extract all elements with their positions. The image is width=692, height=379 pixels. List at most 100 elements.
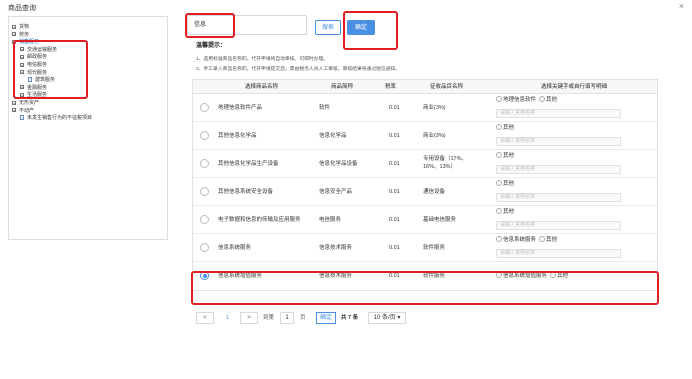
row-select-radio[interactable] xyxy=(200,103,209,112)
tree-node-label: 不动产 xyxy=(19,107,35,114)
row-select-radio[interactable] xyxy=(200,215,209,224)
option-radio[interactable] xyxy=(496,124,502,130)
col-rate-header: 税率 xyxy=(385,84,397,90)
next-page-button[interactable]: > xyxy=(240,312,258,324)
table-header: 选择商品名称 商品简称 税率 征收品目名称 选择关键字或自行填写明细 xyxy=(193,80,657,94)
levy-item: 基础电信服务 xyxy=(423,217,457,223)
page-size-value: 10 条/页 xyxy=(373,315,396,321)
goods-name: 地理信息软件产品 xyxy=(218,105,263,111)
goto-confirm-button[interactable]: 确定 xyxy=(316,312,336,324)
window-title: 商品查询 xyxy=(8,5,36,12)
goods-name: 其他信息系统安全设备 xyxy=(218,189,274,195)
tree-node-label: 货物 xyxy=(19,24,30,30)
row-select-radio[interactable] xyxy=(200,159,209,168)
option-radio[interactable] xyxy=(496,208,502,214)
col-item-header: 征收品目名称 xyxy=(430,84,464,90)
option-radio[interactable] xyxy=(496,96,502,102)
table-row[interactable]: 其他信息系统安全设备 信息安全产品 0.01 通信设备 其他请输入货物名称 xyxy=(193,178,657,206)
table-row[interactable]: 电子数据和信息的传输及应用服务 电信服务 0.01 基础电信服务 其他 请输入货物名称 xyxy=(193,206,657,234)
keyword-options: 其他 xyxy=(496,124,514,132)
option-label[interactable]: 其他 xyxy=(546,97,557,103)
goods-abbr: 软件 xyxy=(319,105,331,111)
goods-name-input[interactable]: 请输入货物名称 xyxy=(496,193,621,202)
goods-name: 电子数据和信息的传输及应用服务 xyxy=(218,217,301,223)
keyword-options: 信息系统服务 其他 xyxy=(496,236,557,244)
tax-rate: 0.01 xyxy=(389,133,400,139)
expand-icon[interactable]: + xyxy=(12,108,16,113)
levy-item: 软件服务 xyxy=(423,245,446,251)
prev-page-button[interactable]: < xyxy=(196,312,214,324)
col-abbr-header: 商品简称 xyxy=(331,84,354,90)
row-select-radio[interactable] xyxy=(200,187,209,196)
col-detail-header: 选择关键字或自行填写明细 xyxy=(541,84,608,90)
goods-name-input[interactable]: 请输入货物名称 xyxy=(496,165,621,174)
option-radio[interactable] xyxy=(539,236,546,242)
expand-icon[interactable]: + xyxy=(12,32,16,37)
search-button[interactable]: 搜索 xyxy=(315,20,341,35)
total-count: 共 7 条 xyxy=(341,315,359,321)
expand-icon[interactable]: + xyxy=(12,24,16,29)
tree-node[interactable]: + 无形资产 xyxy=(12,100,92,108)
tax-rate: 0.01 xyxy=(389,189,400,195)
option-label[interactable]: 其他 xyxy=(503,181,514,187)
tax-rate: 0.01 xyxy=(389,245,400,251)
goods-abbr: 信息技术服务 xyxy=(319,245,353,251)
option-radio[interactable] xyxy=(496,180,502,186)
option-radio[interactable] xyxy=(496,152,502,158)
keyword-options: 其他 xyxy=(496,208,514,216)
goods-abbr: 信息化学品 xyxy=(319,133,347,139)
option-radio[interactable] xyxy=(496,236,502,242)
goods-abbr: 信息安全产品 xyxy=(319,189,353,195)
notice-line-1: 1、选用标准商品名称的，代开申请将自动审核，可即时办理。 xyxy=(196,57,329,62)
goods-name-input[interactable]: 请输入货物名称 xyxy=(496,137,621,146)
tax-rate: 0.01 xyxy=(389,105,400,111)
table-row[interactable]: 其他信息化学品生产设备 信息化学品设备 0.01 专用设备（17%、16%、13%） 其… xyxy=(193,150,657,178)
keyword-options: 其他 xyxy=(496,180,514,188)
goods-table: 选择商品名称 商品简称 税率 征收品目名称 选择关键字或自行填写明细 地理信息软… xyxy=(192,79,658,291)
tax-rate: 0.01 xyxy=(389,217,400,223)
table-row[interactable]: 其他信息化学品 信息化学品 0.01 商业(3%) 其他请输入货物名称 xyxy=(193,122,657,150)
col-name-header: 选择商品名称 xyxy=(245,84,279,90)
highlight-selected-row xyxy=(191,271,659,305)
option-label[interactable]: 地理信息软件 xyxy=(503,97,536,103)
tree-node-label: 劳务 xyxy=(19,31,30,38)
expand-icon[interactable]: + xyxy=(12,100,16,105)
document-icon xyxy=(20,115,24,121)
goods-name: 其他信息化学品 xyxy=(218,133,257,139)
goods-name: 信息系统服务 xyxy=(218,245,252,251)
row-select-radio[interactable] xyxy=(200,243,209,252)
chevron-down-icon: ▾ xyxy=(397,315,401,321)
table-row[interactable]: 信息系统服务 信息技术服务 0.01 软件服务 信息系统服务 其他 请输入货物名称 xyxy=(193,234,657,262)
table-body: 地理信息软件产品 软件 0.01 商业(3%) 地理信息软件 其他 请输入货物名称 其他信息化… xyxy=(193,94,657,290)
levy-item: 商业(3%) xyxy=(423,105,446,111)
current-page[interactable]: 1 xyxy=(226,312,229,324)
table-row[interactable]: 地理信息软件产品 软件 0.01 商业(3%) 地理信息软件 其他请输入货物名称 xyxy=(193,94,657,122)
option-label[interactable]: 其他 xyxy=(503,125,514,131)
page-size-select[interactable]: 10 条/页 ▾ xyxy=(368,312,406,324)
tax-rate: 0.01 xyxy=(389,161,400,167)
levy-item: 通信设备 xyxy=(423,189,446,195)
highlight-tree xyxy=(13,40,88,99)
goto-page-input[interactable]: 1 xyxy=(280,312,294,324)
goods-name-input[interactable]: 请输入货物名称 xyxy=(496,221,621,230)
tree-node[interactable]: + 不动产 xyxy=(12,108,92,116)
option-label[interactable]: 其他 xyxy=(503,209,514,215)
option-label[interactable]: 信息系统服务 xyxy=(503,237,536,243)
row-select-radio[interactable] xyxy=(200,131,209,140)
option-label[interactable]: 其他 xyxy=(546,237,557,243)
tree-node[interactable]: + 货物 xyxy=(12,24,92,32)
page-label: 页 xyxy=(300,315,306,321)
close-icon[interactable]: × xyxy=(679,1,684,11)
levy-item: 商业(3%) xyxy=(423,133,446,139)
goods-name-input[interactable]: 请输入货物名称 xyxy=(496,249,621,258)
option-label[interactable]: 其他 xyxy=(503,153,514,159)
notice-title: 温馨提示： xyxy=(196,43,227,49)
goods-name-input[interactable]: 请输入货物名称 xyxy=(496,109,621,118)
goods-name: 其他信息化学品生产设备 xyxy=(218,161,279,167)
tree-node-label: 无形资产 xyxy=(19,99,40,106)
tree-node[interactable]: 未发生销售行为的不征税项目 xyxy=(12,115,92,123)
notice-line-2: 2、手工录入商品名称的，代开申请提交后，需由税务人员人工审核，审核结果将通过短信… xyxy=(196,67,401,72)
highlight-confirm xyxy=(343,11,398,50)
option-radio[interactable] xyxy=(539,96,546,102)
keyword-options: 其他 xyxy=(496,152,514,160)
